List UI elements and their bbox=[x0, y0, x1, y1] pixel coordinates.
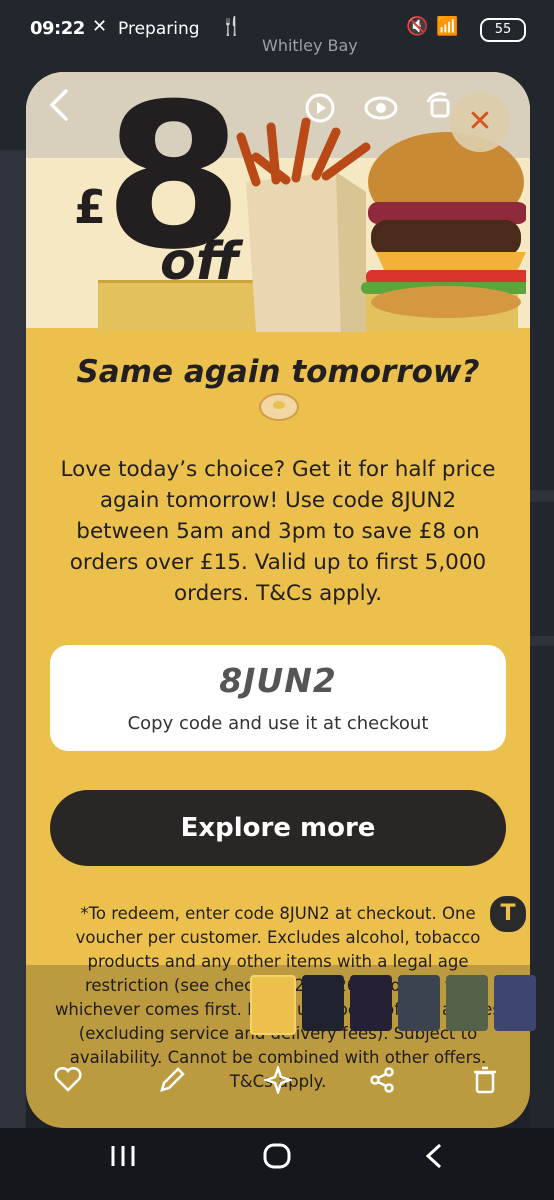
home-button[interactable] bbox=[262, 1142, 292, 1177]
nav-back-button[interactable] bbox=[424, 1142, 444, 1177]
sparkle-icon bbox=[262, 1064, 294, 1096]
chevron-left-icon bbox=[49, 89, 68, 121]
fries bbox=[236, 117, 371, 187]
share-icon bbox=[370, 1067, 394, 1093]
share-button[interactable] bbox=[368, 1066, 396, 1101]
thumbnail-strip bbox=[250, 975, 536, 1035]
offer-headline: Same again tomorrow? bbox=[76, 354, 480, 390]
burger-patty bbox=[371, 220, 521, 256]
promo-code-hint: Copy code and use it at checkout bbox=[127, 713, 429, 734]
edit-button[interactable] bbox=[158, 1066, 186, 1101]
restaurant-icon: 🍴 bbox=[220, 16, 243, 37]
thumbnail[interactable] bbox=[250, 975, 296, 1035]
close-button[interactable]: ✕ bbox=[450, 92, 510, 152]
fries-box-side bbox=[336, 172, 366, 332]
pencil-icon bbox=[160, 1067, 185, 1092]
wifi-icon: 📶 bbox=[436, 16, 459, 37]
bagel-icon bbox=[259, 393, 299, 421]
back-button[interactable] bbox=[48, 88, 70, 129]
notification-icon: ✕ bbox=[92, 16, 108, 37]
discount-currency: £ bbox=[74, 180, 107, 234]
recents-icon bbox=[111, 1146, 135, 1166]
promo-code: 8JUN2 bbox=[219, 661, 337, 700]
fries-box bbox=[246, 172, 341, 332]
text-icon: T bbox=[500, 901, 516, 926]
map-road bbox=[0, 150, 26, 1130]
back-icon bbox=[425, 1143, 442, 1169]
promo-code-card[interactable]: 8JUN2 Copy code and use it at checkout bbox=[50, 645, 506, 751]
mute-icon: 🔇 bbox=[406, 16, 429, 37]
thumbnail[interactable] bbox=[350, 975, 392, 1031]
status-bar: 09:22 ✕ Preparing 🍴 🔇 📶 55 bbox=[0, 0, 554, 58]
close-icon: ✕ bbox=[467, 104, 493, 139]
status-time: 09:22 bbox=[30, 18, 85, 39]
offer-description: Love today’s choice? Get it for half pri… bbox=[60, 457, 496, 606]
thumbnail[interactable] bbox=[446, 975, 488, 1031]
ai-edit-button[interactable] bbox=[262, 1064, 294, 1101]
recents-button[interactable] bbox=[108, 1142, 138, 1177]
heart-icon bbox=[54, 1066, 82, 1092]
burger-bun-bottom bbox=[371, 286, 521, 318]
play-button[interactable] bbox=[304, 92, 336, 131]
play-icon bbox=[305, 93, 335, 123]
status-notification: Preparing bbox=[118, 19, 200, 39]
delete-button[interactable] bbox=[472, 1066, 498, 1101]
burger-tomato bbox=[366, 270, 526, 284]
view-button[interactable] bbox=[364, 94, 398, 129]
eye-icon bbox=[364, 96, 398, 120]
trash-icon bbox=[474, 1066, 496, 1094]
explore-more-button[interactable]: Explore more bbox=[50, 790, 506, 866]
thumbnail[interactable] bbox=[302, 975, 344, 1031]
battery-indicator: 55 bbox=[480, 18, 526, 42]
text-tool-button[interactable]: T bbox=[488, 894, 528, 934]
home-icon bbox=[263, 1143, 291, 1169]
thumbnail[interactable] bbox=[494, 975, 536, 1031]
favorite-button[interactable] bbox=[54, 1066, 82, 1099]
thumbnail[interactable] bbox=[398, 975, 440, 1031]
